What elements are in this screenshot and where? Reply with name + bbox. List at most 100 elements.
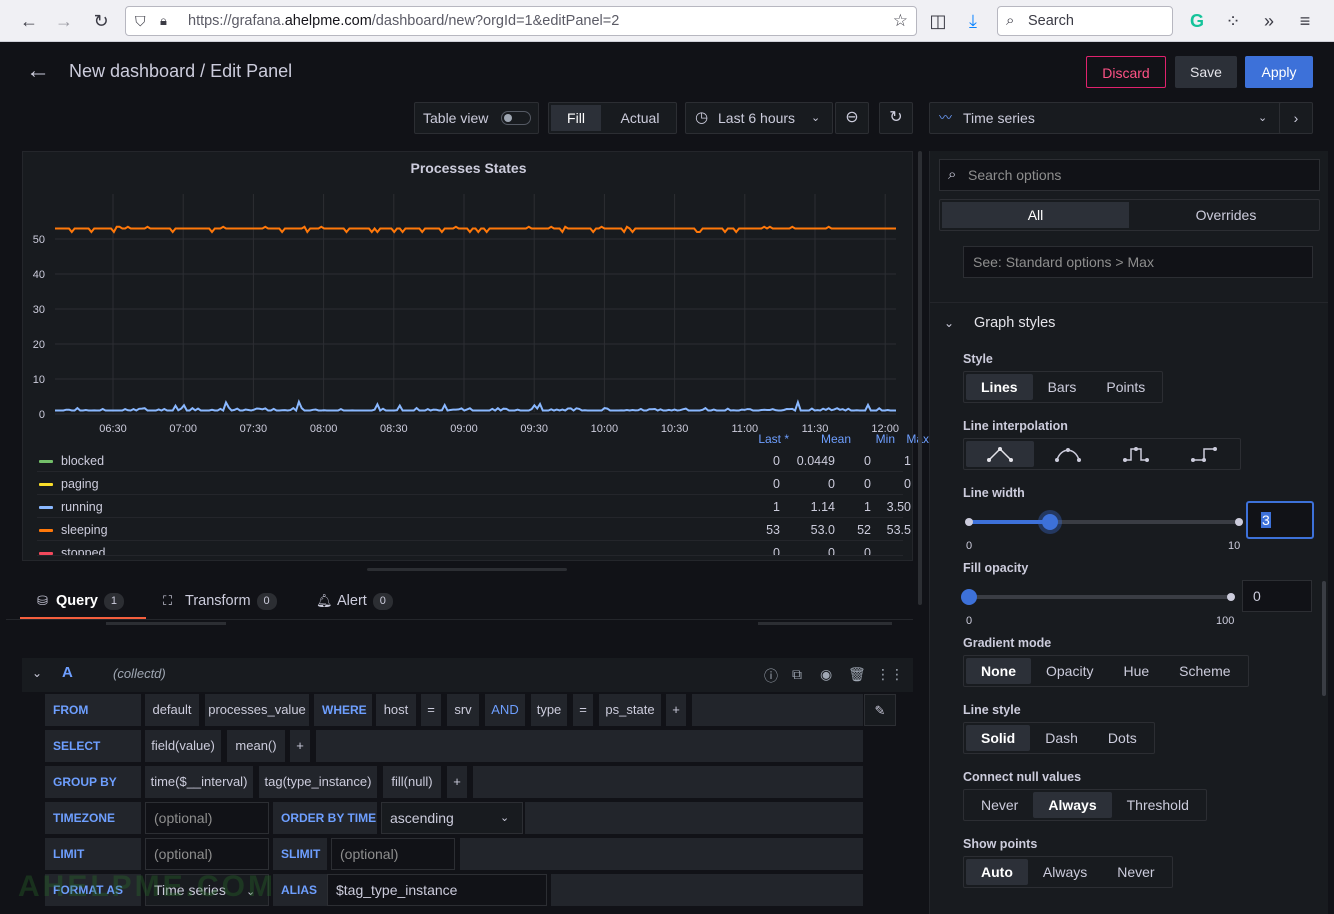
time-range-picker[interactable]: ◷ Last 6 hours ⌄ (685, 102, 833, 134)
add-select-button[interactable]: + (290, 730, 310, 762)
graph-styles-heading[interactable]: Graph styles (974, 315, 1055, 331)
pocket-icon[interactable]: ◫ (925, 8, 951, 34)
browser-search-box[interactable]: ⌕ Search (997, 6, 1173, 36)
line-style-option-solid[interactable]: Solid (966, 725, 1031, 751)
eye-icon[interactable]: ◉ (820, 666, 832, 683)
connect-null-option-threshold[interactable]: Threshold (1112, 792, 1204, 818)
slimit-input[interactable]: (optional) (331, 838, 455, 870)
show-points-option-auto[interactable]: Auto (966, 859, 1028, 885)
style-option-points[interactable]: Points (1091, 374, 1160, 400)
style-option-bars[interactable]: Bars (1033, 374, 1092, 400)
legend-header-0[interactable]: Last * (729, 432, 789, 446)
line-style-option-dash[interactable]: Dash (1030, 725, 1093, 751)
discard-button[interactable]: Discard (1086, 56, 1166, 88)
group-by-time[interactable]: time($__interval) (145, 766, 253, 798)
query-ref-id[interactable]: A (62, 664, 73, 681)
alias-input[interactable]: $tag_type_instance (327, 874, 547, 906)
overrides-option[interactable]: Overrides (1133, 202, 1319, 228)
legend-series-name[interactable]: blocked (61, 450, 104, 472)
forward-arrow-icon[interactable]: → (51, 8, 77, 34)
overflow-menu-icon[interactable]: » (1256, 8, 1282, 34)
interp-step-after-icon[interactable] (1170, 441, 1238, 467)
legend-row[interactable]: paging 0 0 0 0 (37, 473, 911, 495)
reload-icon[interactable]: ↻ (88, 8, 114, 34)
where-operator[interactable]: = (421, 694, 441, 726)
pencil-icon[interactable]: ✎ (864, 694, 896, 726)
gradient-option-opacity[interactable]: Opacity (1031, 658, 1108, 684)
show-points-option-always[interactable]: Always (1028, 859, 1102, 885)
group-by-fill[interactable]: fill(null) (383, 766, 441, 798)
bookmark-star-icon[interactable]: ☆ (893, 7, 908, 35)
legend-series-name[interactable]: sleeping (61, 519, 108, 541)
style-option-lines[interactable]: Lines (966, 374, 1033, 400)
url-bar[interactable]: ⛉ 🔒︎ https://grafana.ahelpme.com/dashboa… (125, 6, 917, 36)
back-arrow-icon[interactable]: ← (16, 8, 42, 34)
trash-icon[interactable]: 🗑︎ (848, 666, 866, 683)
select-aggregate[interactable]: mean() (227, 730, 285, 762)
add-where-button[interactable]: + (666, 694, 686, 726)
gradient-option-none[interactable]: None (966, 658, 1031, 684)
max-input[interactable]: See: Standard options > Max (963, 246, 1313, 278)
fill-opacity-input[interactable]: 0 (1242, 580, 1312, 612)
tab-alert[interactable]: 🔔︎ Alert 0 (316, 590, 416, 620)
legend-row[interactable]: sleeping 53 53.0 52 53.5 (37, 519, 911, 541)
connect-null-option-always[interactable]: Always (1033, 792, 1112, 818)
extension-icon[interactable]: ⁘ (1220, 8, 1246, 34)
legend-row[interactable]: blocked 0 0.0449 0 1 (37, 450, 911, 472)
legend-row[interactable]: running 1 1.14 1 3.50 (37, 496, 911, 518)
fill-option[interactable]: Fill (551, 105, 601, 131)
legend-series-name[interactable]: paging (61, 473, 99, 495)
fill-opacity-slider[interactable] (969, 595, 1231, 599)
order-by-select[interactable]: ascending ⌄ (381, 802, 523, 834)
chevron-right-icon[interactable]: › (1279, 102, 1313, 134)
interp-smooth-icon[interactable] (1034, 441, 1102, 467)
where-tag-value-2[interactable]: ps_state (599, 694, 661, 726)
collapse-chevron-icon[interactable]: ⌄ (944, 316, 954, 330)
back-arrow-icon[interactable]: ← (26, 57, 50, 85)
group-by-tag[interactable]: tag(type_instance) (259, 766, 377, 798)
line-width-slider[interactable] (969, 520, 1239, 524)
where-tag-key[interactable]: host (376, 694, 416, 726)
show-points-option-never[interactable]: Never (1102, 859, 1169, 885)
where-operator-2[interactable]: = (573, 694, 593, 726)
options-scrollbar[interactable] (1322, 581, 1326, 696)
actual-option[interactable]: Actual (609, 105, 671, 131)
limit-input[interactable]: (optional) (145, 838, 269, 870)
tab-transform[interactable]: ⛶ Transform 0 (163, 590, 293, 620)
zoom-out-icon[interactable]: ⊖ (835, 102, 869, 134)
help-icon[interactable]: ⓘ (764, 666, 778, 686)
interp-linear-icon[interactable] (966, 441, 1034, 467)
where-tag-key-2[interactable]: type (531, 694, 567, 726)
select-field[interactable]: field(value) (145, 730, 221, 762)
interp-step-before-icon[interactable] (1102, 441, 1170, 467)
collapse-chevron-icon[interactable]: ⌄ (32, 666, 42, 680)
drag-handle-icon[interactable]: ⋮⋮ (876, 666, 904, 683)
legend-series-name[interactable]: running (61, 496, 103, 518)
line-width-slider-handle[interactable] (1042, 514, 1058, 530)
gradient-option-scheme[interactable]: Scheme (1164, 658, 1245, 684)
panel-resize-handle[interactable] (367, 568, 567, 571)
fill-opacity-slider-handle[interactable] (961, 589, 977, 605)
save-button[interactable]: Save (1175, 56, 1237, 88)
hamburger-menu-icon[interactable]: ≡ (1292, 8, 1318, 34)
apply-button[interactable]: Apply (1245, 56, 1313, 88)
all-option[interactable]: All (942, 202, 1129, 228)
refresh-icon[interactable]: ↻ (879, 102, 913, 134)
where-tag-value[interactable]: srv (447, 694, 479, 726)
duplicate-icon[interactable]: ⧉ (792, 666, 802, 683)
grammarly-extension-icon[interactable]: G (1184, 8, 1210, 34)
gradient-option-hue[interactable]: Hue (1108, 658, 1164, 684)
measurement[interactable]: processes_value (205, 694, 309, 726)
search-options-input[interactable]: ⌕ Search options (939, 159, 1320, 191)
table-view-toggle[interactable]: Table view (414, 102, 539, 134)
add-group-by-button[interactable]: + (447, 766, 467, 798)
vertical-scrollbar[interactable] (918, 151, 922, 605)
legend-series-name[interactable]: stopped (61, 542, 105, 555)
timezone-input[interactable]: (optional) (145, 802, 269, 834)
legend-row[interactable]: stopped0000 (37, 542, 903, 556)
connect-null-option-never[interactable]: Never (966, 792, 1033, 818)
visualization-picker[interactable]: 〰 Time series ⌄ (929, 102, 1284, 134)
line-width-input[interactable]: 3 (1246, 501, 1314, 539)
line-style-option-dots[interactable]: Dots (1093, 725, 1152, 751)
retention-policy[interactable]: default (145, 694, 199, 726)
